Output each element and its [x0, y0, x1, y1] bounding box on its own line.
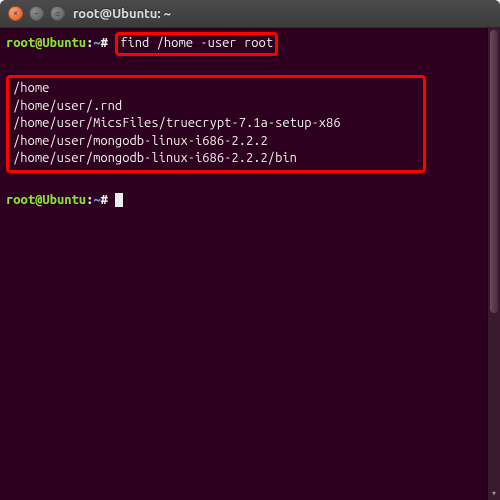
titlebar[interactable]: × – ▫ root@Ubuntu: ~	[0, 0, 500, 28]
prompt-path: ~	[93, 193, 100, 207]
scrollbar[interactable]: ▾	[487, 28, 500, 500]
cursor	[115, 193, 123, 207]
maximize-icon[interactable]: ▫	[50, 6, 65, 21]
command-highlight: find /home -user root	[115, 32, 278, 56]
output-line: /home/user/mongodb-linux-i686-2.2.2/bin	[13, 151, 297, 165]
output-highlight: /home /home/user/.rnd /home/user/MicsFil…	[6, 75, 426, 173]
scroll-down-icon[interactable]: ▾	[488, 486, 500, 500]
output-line: /home/user/.rnd	[13, 99, 122, 113]
prompt-path: ~	[93, 36, 100, 50]
close-icon[interactable]: ×	[8, 6, 23, 21]
terminal-window: × – ▫ root@Ubuntu: ~ root@Ubuntu:~# find…	[0, 0, 500, 500]
terminal-body[interactable]: root@Ubuntu:~# find /home -user root /ho…	[0, 28, 500, 500]
prompt-userhost: root@Ubuntu	[6, 36, 86, 50]
scrollbar-thumb[interactable]	[490, 30, 498, 313]
prompt-userhost: root@Ubuntu	[6, 193, 86, 207]
window-controls: × – ▫	[8, 6, 65, 21]
prompt-symbol: #	[101, 193, 108, 207]
prompt-line-2: root@Ubuntu:~#	[6, 193, 123, 207]
prompt-symbol: #	[101, 36, 108, 50]
command-text: find /home -user root	[120, 36, 273, 50]
output-line: /home	[13, 81, 49, 95]
output-line: /home/user/MicsFiles/truecrypt-7.1a-setu…	[13, 116, 341, 130]
output-line: /home/user/mongodb-linux-i686-2.2.2	[13, 134, 268, 148]
prompt-line-1: root@Ubuntu:~# find /home -user root	[6, 36, 278, 50]
minimize-icon[interactable]: –	[29, 6, 44, 21]
window-title: root@Ubuntu: ~	[73, 7, 171, 21]
